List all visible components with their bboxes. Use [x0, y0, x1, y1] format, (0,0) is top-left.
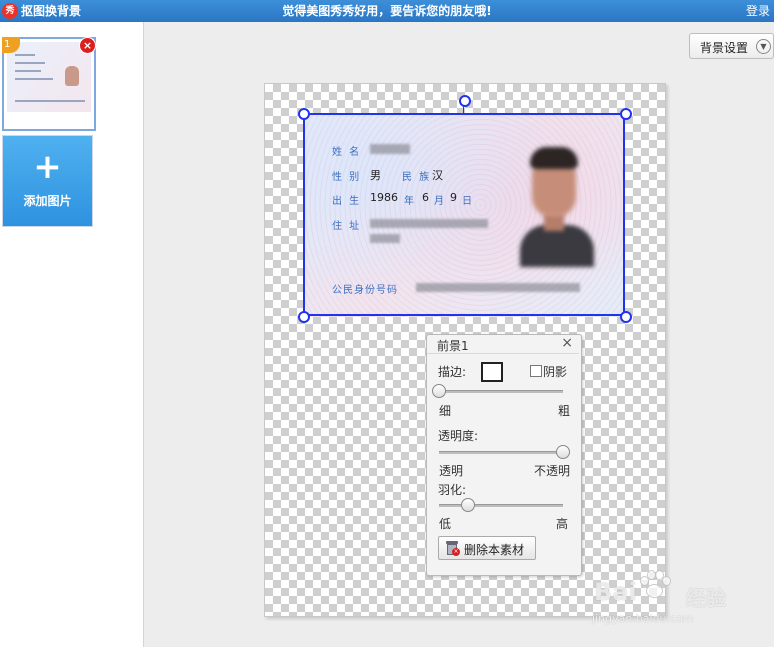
resize-handle-top-left[interactable] — [298, 108, 310, 120]
add-image-label: 添加图片 — [23, 194, 72, 208]
thumb-portrait — [65, 66, 79, 86]
chevron-down-icon: ▼ — [756, 39, 771, 54]
delete-badge-icon: × — [452, 548, 460, 556]
add-image-button[interactable]: + 添加图片 — [2, 135, 93, 227]
opaque-label: 不透明 — [534, 464, 571, 478]
rotate-handle[interactable] — [459, 95, 471, 107]
watermark-jingyan: 经验 — [686, 586, 726, 610]
background-settings-label: 背景设置 — [700, 41, 749, 55]
shadow-checkbox[interactable] — [530, 365, 542, 377]
transparent-label: 透明 — [439, 464, 464, 478]
thumb-text-line — [15, 54, 35, 56]
feather-slider-track[interactable] — [439, 504, 563, 507]
stroke-label: 描边: — [438, 365, 467, 379]
trash-icon: × — [446, 541, 460, 556]
thumb-text-line — [15, 62, 45, 64]
opacity-label: 透明度: — [438, 429, 479, 443]
slogan: 觉得美图秀秀好用，要告诉您的朋友哦! — [282, 4, 492, 18]
thick-label: 粗 — [558, 404, 571, 418]
resize-handle-bottom-right[interactable] — [620, 311, 632, 323]
paw-pad — [646, 584, 663, 598]
login-link[interactable]: 登录 — [746, 3, 770, 19]
opacity-slider-track[interactable] — [439, 451, 563, 454]
close-icon[interactable]: × — [561, 335, 573, 351]
background-settings-button[interactable]: 背景设置 ▼ — [689, 33, 774, 59]
baidu-paw-icon — [638, 570, 671, 600]
delete-material-button[interactable]: × 删除本素材 — [438, 536, 536, 560]
panel-header: 前景1 × — [427, 335, 579, 354]
delete-material-label: 删除本素材 — [464, 543, 525, 557]
plus-icon: + — [33, 147, 62, 187]
thumb-text-line — [15, 78, 53, 80]
image-thumbnail[interactable]: 1 × — [2, 37, 96, 131]
opacity-slider-knob[interactable] — [556, 445, 570, 459]
thin-label: 细 — [439, 404, 452, 418]
stroke-width-slider-knob[interactable] — [432, 384, 446, 398]
title-bar: 秀 抠图换背景 觉得美图秀秀好用，要告诉您的朋友哦! 登录 — [0, 0, 774, 22]
close-icon[interactable]: × — [79, 37, 96, 54]
resize-handle-top-right[interactable] — [620, 108, 632, 120]
thumb-text-line — [15, 70, 41, 72]
shadow-label: 阴影 — [543, 365, 568, 379]
low-label: 低 — [439, 517, 452, 531]
baidu-jingyan-watermark: Bai 经验 jingyan.baidu.com — [592, 570, 774, 647]
resize-handle-bottom-left[interactable] — [298, 311, 310, 323]
watermark-brand: Bai — [594, 578, 637, 606]
stroke-color-swatch[interactable] — [481, 362, 503, 382]
watermark-url: jingyan.baidu.com — [592, 612, 694, 625]
foreground-properties-panel: 前景1 × 描边: 阴影 细 粗 透明度: 透明 不透明 羽化: 低 高 × 删… — [426, 334, 582, 576]
panel-title: 前景1 — [437, 339, 469, 353]
image-list-panel: 1 × + 添加图片 — [0, 22, 144, 647]
feather-label: 羽化: — [438, 483, 467, 497]
thumbnail-preview — [7, 42, 91, 112]
selection-box[interactable] — [303, 113, 625, 316]
high-label: 高 — [556, 517, 569, 531]
feather-slider-knob[interactable] — [460, 498, 475, 512]
paw-toe — [662, 576, 671, 586]
thumb-text-line — [15, 100, 85, 102]
stroke-width-slider-track[interactable] — [439, 390, 563, 393]
